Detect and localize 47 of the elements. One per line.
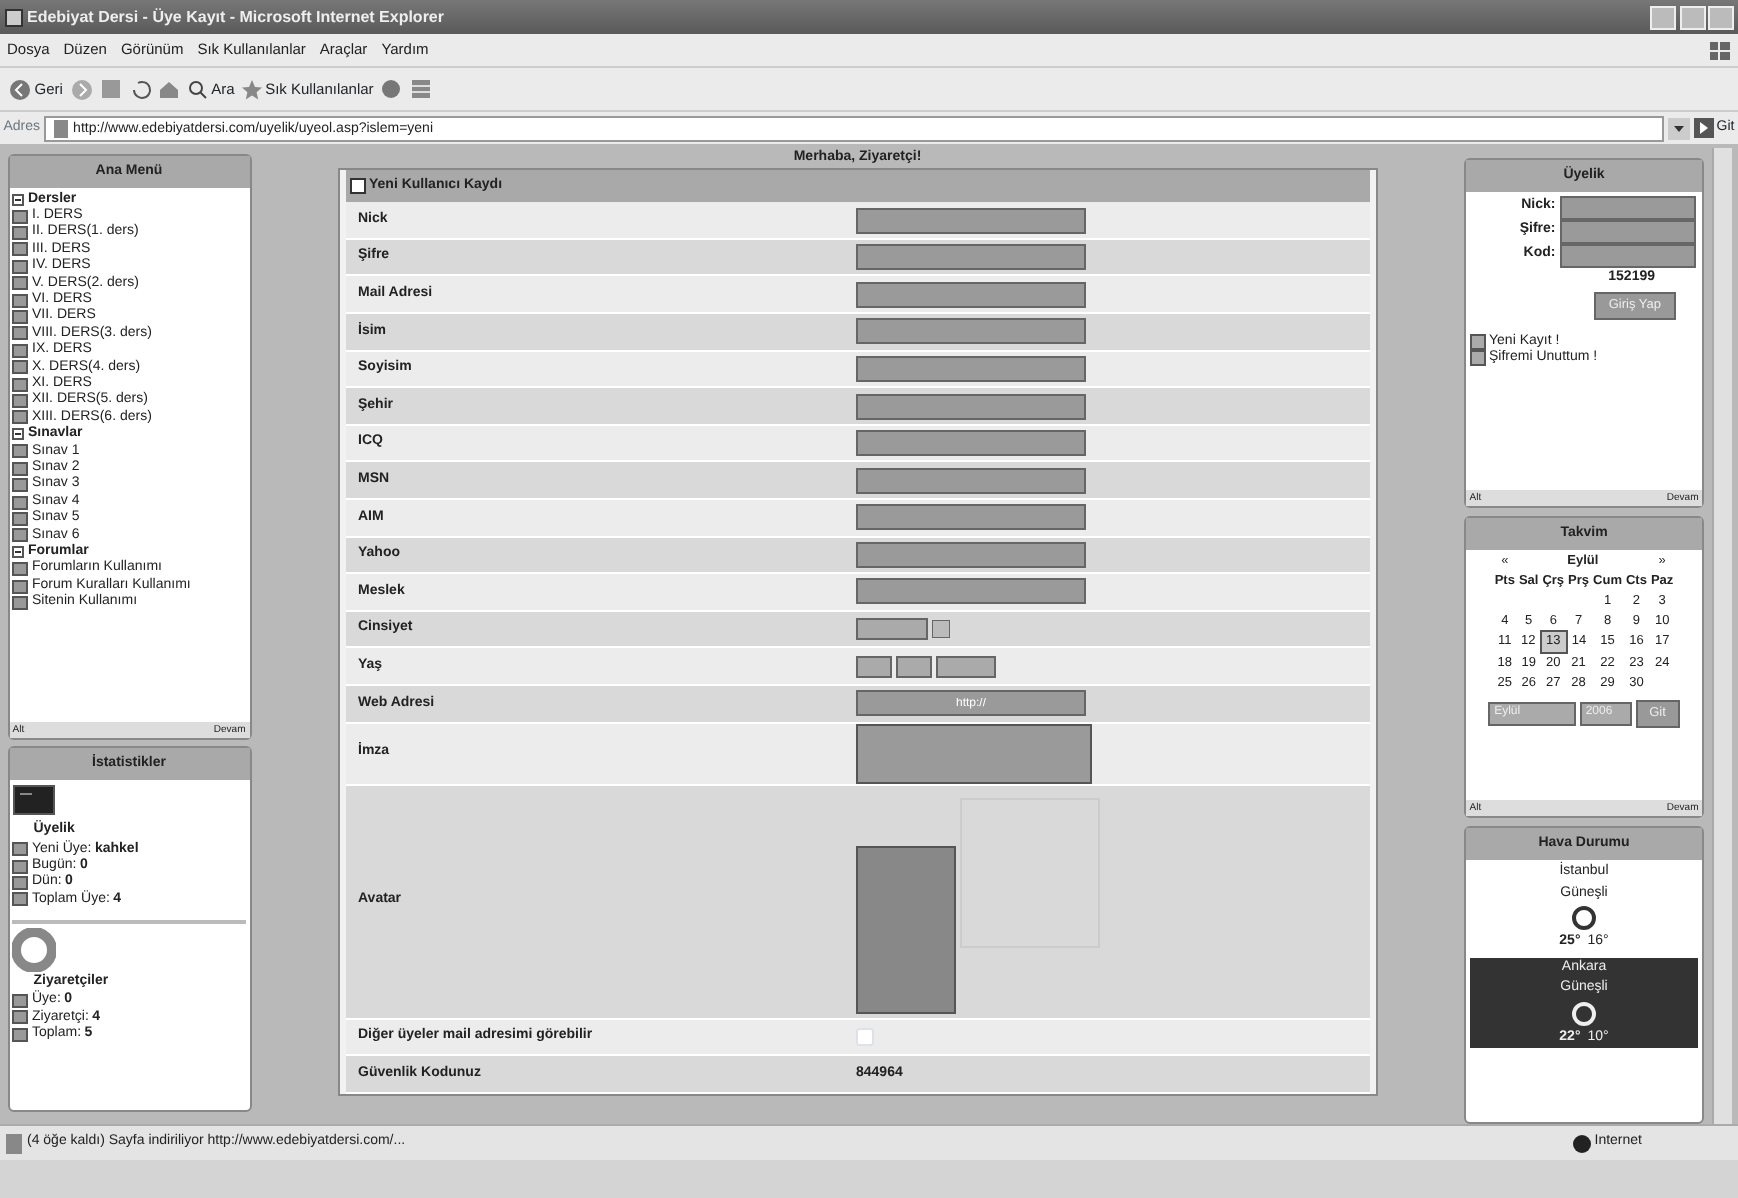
input-field[interactable]: [1559, 219, 1695, 243]
window-title: Edebiyat Dersi - Üye Kayıt - Microsoft Internet Explorer: [27, 5, 446, 29]
page-icon: [3, 1133, 24, 1153]
search-icon: [187, 79, 208, 99]
history-icon[interactable]: [409, 78, 432, 100]
input-field[interactable]: [856, 430, 1086, 457]
avatar-listbox[interactable]: [856, 845, 956, 1014]
input-field[interactable]: [856, 578, 1086, 605]
input-field[interactable]: [856, 393, 1086, 420]
form-icon: [349, 178, 366, 195]
sun-icon: [1566, 904, 1602, 933]
signature-textarea[interactable]: [856, 723, 1092, 784]
minimize-button[interactable]: [1649, 5, 1676, 29]
collapse-icon: [12, 428, 25, 441]
page-icon: [51, 119, 70, 137]
input-field[interactable]: [856, 467, 1086, 494]
input-field[interactable]: [856, 355, 1086, 382]
collapse-icon: [12, 546, 25, 559]
maximize-button[interactable]: [1679, 5, 1705, 29]
date-dropdown[interactable]: [856, 655, 892, 678]
monitor-icon: [12, 784, 57, 820]
input-field[interactable]: [1559, 195, 1695, 219]
input-field[interactable]: [856, 318, 1086, 345]
collapse-icon: [12, 193, 25, 206]
refresh-icon[interactable]: [129, 78, 152, 100]
checkbox[interactable]: [856, 1027, 874, 1046]
gender-dropdown[interactable]: [856, 618, 928, 641]
close-button[interactable]: [1708, 5, 1735, 29]
scrollbar[interactable]: [1711, 147, 1731, 1124]
home-icon[interactable]: [158, 78, 181, 100]
windows-logo-icon: [1707, 38, 1731, 62]
input-field[interactable]: [856, 541, 1086, 568]
go-arrow-icon: [1693, 118, 1714, 138]
sun-icon: [1566, 999, 1602, 1028]
globe-icon[interactable]: [380, 78, 403, 100]
window-icon: [3, 7, 24, 27]
globe-icon: [1571, 1133, 1591, 1153]
star-icon: [241, 79, 262, 99]
input-field[interactable]: [856, 244, 1086, 271]
date-dropdown[interactable]: [895, 655, 932, 678]
lifebuoy-icon: [12, 927, 57, 972]
input-field[interactable]: [1559, 243, 1695, 267]
date-dropdown[interactable]: [935, 655, 995, 678]
input-field[interactable]: [856, 207, 1086, 234]
input-field[interactable]: [856, 504, 1086, 531]
dropdown-icon[interactable]: [1667, 117, 1690, 139]
input-field[interactable]: [856, 281, 1086, 308]
